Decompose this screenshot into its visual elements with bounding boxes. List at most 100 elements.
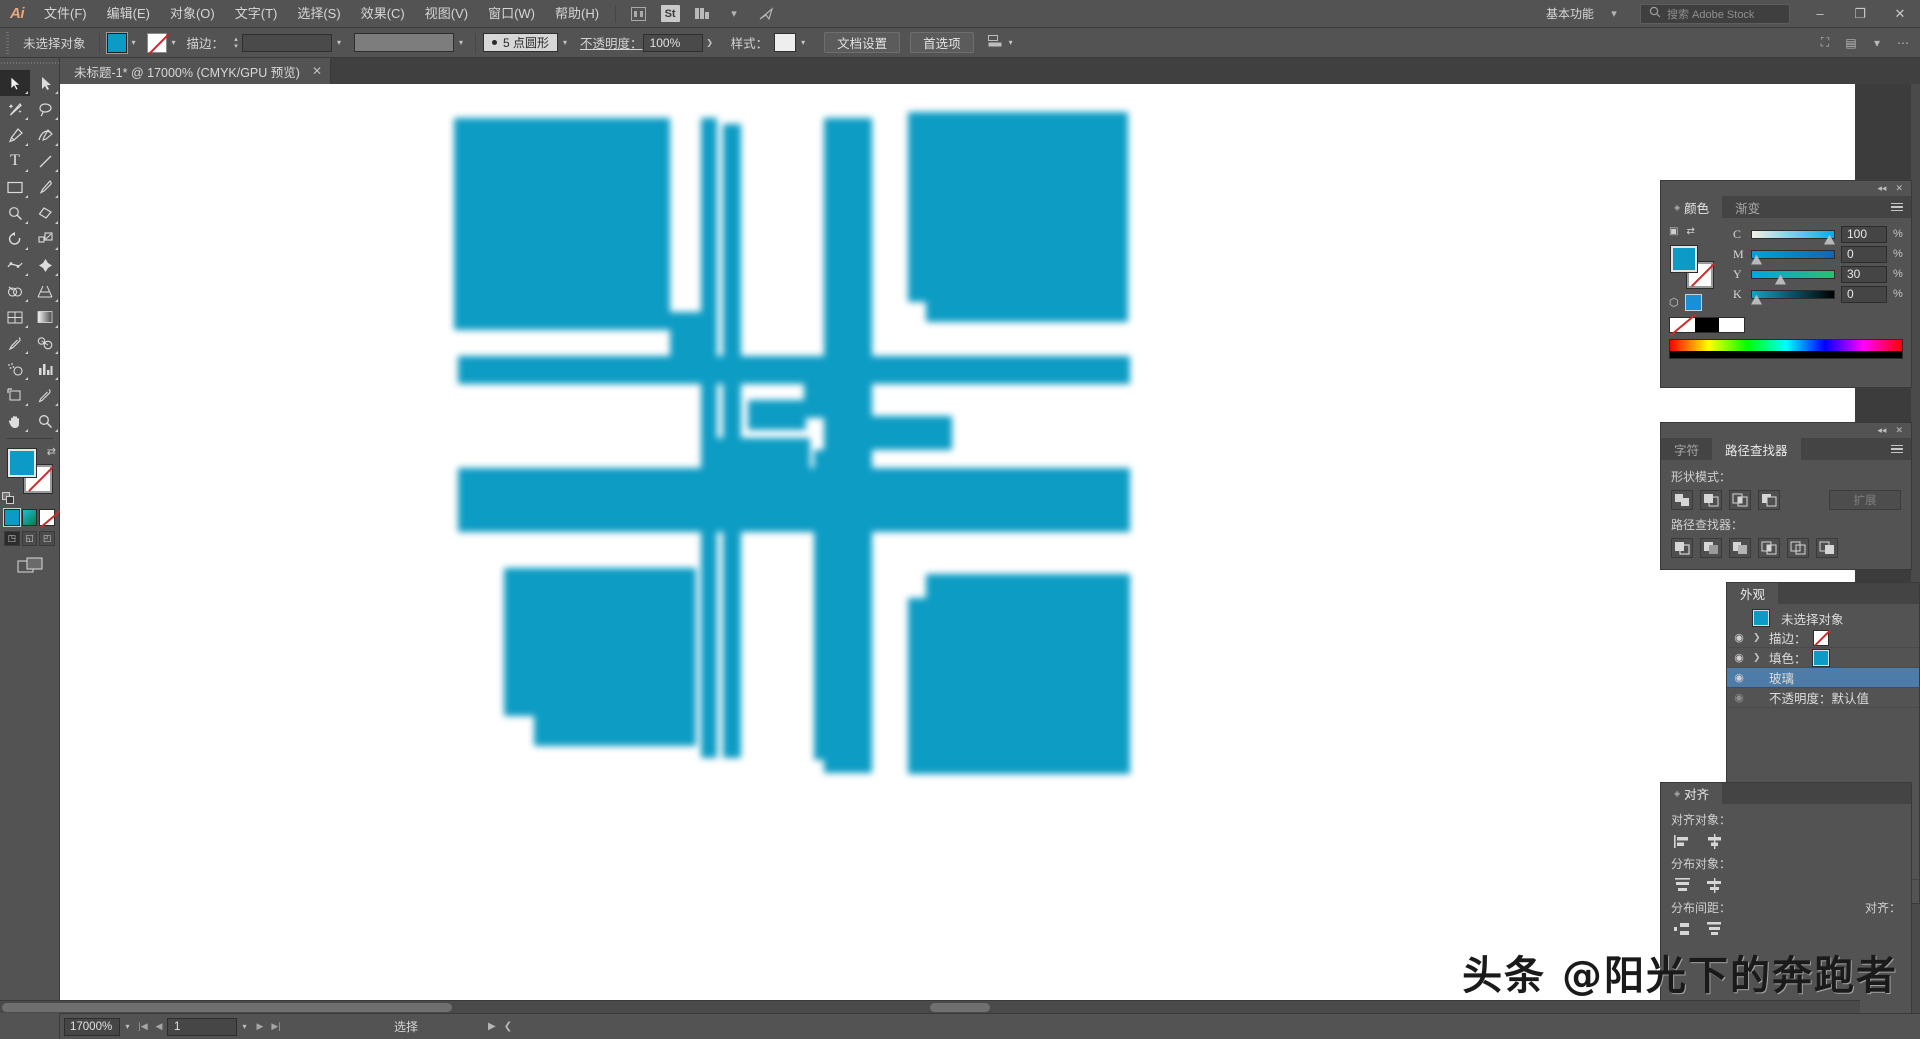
pathfinder-crop-icon[interactable] (1758, 538, 1780, 558)
swatch-white[interactable] (1719, 318, 1745, 332)
cb-overflow-icon[interactable]: ⋯ (1894, 36, 1912, 50)
menu-file[interactable]: 文件(F) (34, 0, 97, 28)
vector-artwork[interactable] (448, 100, 1148, 800)
tab-character[interactable]: 字符 (1661, 438, 1713, 460)
pathfinder-intersect-icon[interactable] (1729, 490, 1751, 510)
arrange-chevron-down-icon[interactable]: ▾ (721, 3, 747, 25)
appearance-row-opacity[interactable]: ◉ 不透明度：默认值 (1727, 688, 1919, 708)
adobe-stock-icon[interactable]: St (657, 3, 683, 25)
color-panel-close-icon[interactable]: ✕ (1895, 183, 1903, 194)
scale-tool[interactable] (30, 226, 60, 252)
color-panel-swap-icon[interactable]: ⇄ (1686, 226, 1694, 237)
vertical-distribute-space-icon[interactable] (1671, 920, 1693, 938)
pathfinder-panel-close-icon[interactable]: ✕ (1895, 425, 1903, 436)
eyedropper-tool[interactable] (0, 330, 30, 356)
curvature-tool[interactable] (30, 122, 60, 148)
next-artboard-icon[interactable]: ▶ (252, 1018, 268, 1036)
menu-type[interactable]: 文字(T) (225, 0, 288, 28)
tools-panel-grip[interactable] (0, 58, 59, 70)
toolbar-fill-swatch[interactable] (7, 448, 37, 478)
horizontal-scrollbar-thumb-secondary[interactable] (930, 1003, 990, 1012)
bridge-icon[interactable] (625, 3, 651, 25)
line-segment-tool[interactable] (30, 148, 60, 174)
stroke-weight-field[interactable] (242, 33, 333, 52)
share-icon[interactable] (753, 3, 779, 25)
color-panel-fill-swatch[interactable] (1670, 245, 1698, 273)
shape-builder-tool[interactable] (0, 278, 30, 304)
gradient-tool[interactable] (30, 304, 60, 330)
menu-edit[interactable]: 编辑(E) (97, 0, 160, 28)
width-tool[interactable] (0, 252, 30, 278)
horizontal-scrollbar-thumb[interactable] (2, 1003, 452, 1012)
cb-chevron-down-icon[interactable]: ▾ (1868, 36, 1886, 50)
pathfinder-exclude-icon[interactable] (1758, 490, 1780, 510)
color-panel-switch-icon[interactable]: ▣ (1669, 226, 1678, 237)
channel-handle-c[interactable] (1824, 234, 1835, 245)
pathfinder-minus-front-icon[interactable] (1700, 490, 1722, 510)
document-setup-button[interactable]: 文档设置 (824, 32, 901, 53)
lasso-tool[interactable] (30, 96, 60, 122)
appearance-row-stroke[interactable]: ◉ ❯ 描边： (1727, 628, 1919, 648)
zoom-chevron-down-icon[interactable]: ▾ (120, 1018, 135, 1036)
channel-value-k[interactable]: 0 (1841, 285, 1887, 303)
channel-handle-y[interactable] (1774, 274, 1786, 285)
artboard-tool[interactable] (0, 382, 30, 408)
document-tab[interactable]: 未标题-1* @ 17000% (CMYK/GPU 预览) ✕ (60, 58, 331, 84)
opacity-arrow-icon[interactable]: ❯ (703, 33, 717, 53)
artboard-chevron-down-icon[interactable]: ▾ (237, 1018, 252, 1036)
first-artboard-icon[interactable]: |◀ (135, 1018, 151, 1036)
style-chevron-down-icon[interactable]: ▾ (796, 33, 810, 53)
align-chevron-down-icon[interactable]: ▾ (1004, 33, 1018, 53)
stroke-profile-chevron-down-icon[interactable]: ▾ (454, 33, 468, 53)
pathfinder-minus-back-icon[interactable] (1816, 538, 1838, 558)
zoom-tool[interactable] (30, 408, 60, 434)
color-panel-collapse-icon[interactable]: ◂◂ (1877, 183, 1886, 194)
menu-window[interactable]: 窗口(W) (478, 0, 545, 28)
appearance-row-effect[interactable]: ◉ 玻璃 (1727, 668, 1919, 688)
last-artboard-icon[interactable]: ▶| (268, 1018, 284, 1036)
swap-fill-stroke-icon[interactable]: ⇄ (47, 445, 56, 458)
free-transform-tool[interactable] (30, 252, 60, 278)
canvas-area[interactable] (60, 84, 1920, 1024)
pathfinder-expand-button[interactable]: 扩展 (1829, 490, 1901, 510)
fill-chevron-down-icon[interactable]: ▾ (127, 33, 141, 53)
brush-chevron-down-icon[interactable]: ▾ (558, 33, 572, 53)
hand-tool[interactable] (0, 408, 30, 434)
color-panel-titlebar[interactable]: ◂◂ ✕ (1661, 181, 1911, 196)
opacity-label[interactable]: 不透明度： (580, 33, 643, 52)
channel-handle-k[interactable] (1751, 294, 1762, 305)
visibility-eye-icon[interactable]: ◉ (1731, 651, 1747, 664)
maximize-button[interactable]: ❐ (1840, 0, 1880, 27)
horizontal-distribute-space-icon[interactable] (1703, 920, 1725, 938)
arrange-documents-icon[interactable] (689, 3, 715, 25)
search-input[interactable]: 搜索 Adobe Stock (1667, 6, 1754, 22)
eraser-tool[interactable] (30, 200, 60, 226)
brush-definition-field[interactable]: 5 点圆形 (483, 33, 559, 52)
color-panel-menu-icon[interactable] (1891, 196, 1911, 218)
pen-tool[interactable] (0, 122, 30, 148)
opacity-field[interactable]: 100% (642, 33, 703, 52)
swatch-black[interactable] (1694, 318, 1720, 332)
channel-handle-m[interactable] (1751, 254, 1762, 265)
align-horizontal-center-icon[interactable] (1703, 832, 1725, 850)
document-tab-close-icon[interactable]: ✕ (312, 64, 322, 78)
swatch-none[interactable] (1670, 318, 1695, 332)
color-mode-color[interactable] (3, 508, 21, 527)
status-indicator-label[interactable]: 选择 (394, 1018, 418, 1035)
type-tool[interactable]: T (0, 148, 30, 174)
tab-color[interactable]: ◈ 颜色 (1661, 196, 1723, 218)
web-safe-swatch[interactable] (1684, 294, 1702, 311)
menu-help[interactable]: 帮助(H) (545, 0, 609, 28)
distribute-vertical-center-icon[interactable] (1703, 876, 1725, 894)
direct-selection-tool[interactable] (30, 70, 60, 96)
appearance-stroke-swatch[interactable] (1812, 629, 1829, 646)
arrange-panel-icon[interactable]: ▤ (1842, 36, 1860, 50)
pathfinder-panel-menu-icon[interactable] (1891, 438, 1911, 460)
symbol-sprayer-tool[interactable] (0, 356, 30, 382)
channel-slider-y[interactable] (1751, 269, 1835, 285)
status-expand-icon[interactable]: ▶ (488, 1021, 496, 1032)
draw-behind-icon[interactable]: ◱ (21, 531, 38, 546)
channel-value-c[interactable]: 100 (1841, 225, 1887, 243)
draw-inside-icon[interactable]: ◰ (39, 531, 56, 546)
stroke-color-swatch[interactable] (146, 32, 167, 53)
